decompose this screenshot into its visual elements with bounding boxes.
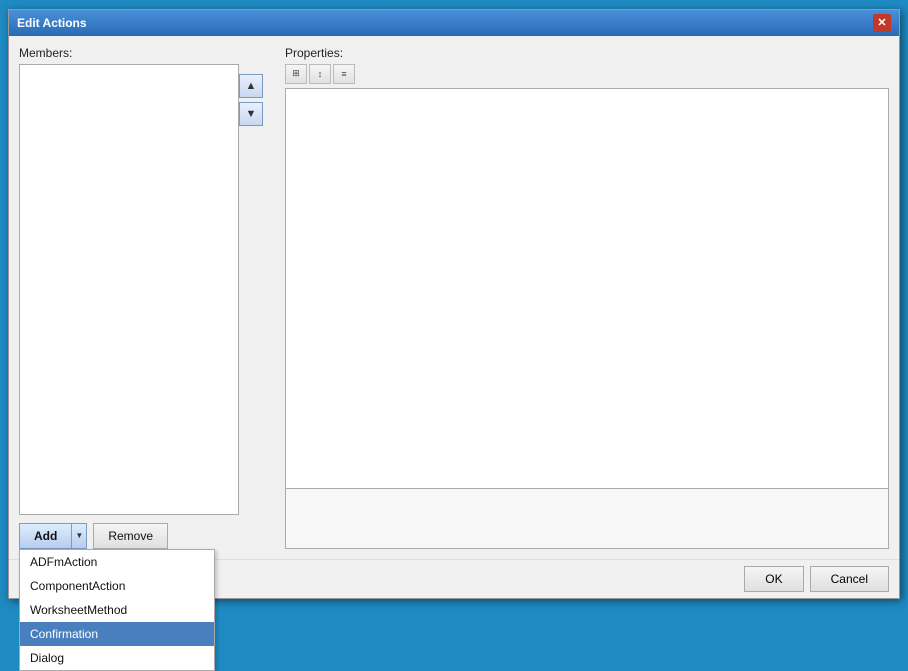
cancel-button[interactable]: Cancel	[810, 566, 889, 592]
left-bottom-area: Add ▼ Remove ADFmAction ComponentAction …	[19, 515, 239, 549]
dialog-body: Members: ▲ ▼ Add ▼	[9, 36, 899, 559]
add-button[interactable]: Add	[19, 523, 71, 549]
properties-area[interactable]	[285, 88, 889, 489]
members-list[interactable]	[19, 64, 239, 515]
sort-icon: ↕	[318, 69, 323, 79]
move-up-button[interactable]: ▲	[239, 74, 263, 98]
dropdown-menu: ADFmAction ComponentAction WorksheetMeth…	[19, 549, 215, 671]
property-pages-button[interactable]: ≡	[333, 64, 355, 84]
categorized-icon: ⊞	[292, 68, 300, 79]
ok-button[interactable]: OK	[744, 566, 803, 592]
property-pages-icon: ≡	[341, 69, 346, 79]
dropdown-item-dialog[interactable]: Dialog	[20, 646, 214, 670]
add-button-group: Add ▼	[19, 523, 87, 549]
members-label: Members:	[19, 46, 239, 60]
dropdown-item-adfmaction[interactable]: ADFmAction	[20, 550, 214, 574]
left-panel: Members: ▲ ▼ Add ▼	[19, 46, 239, 549]
edit-actions-dialog: Edit Actions ✕ Members: ▲ ▼	[8, 9, 900, 599]
properties-label: Properties:	[285, 46, 889, 60]
bottom-buttons: Add ▼ Remove	[19, 523, 239, 549]
arrow-up-icon: ▲	[246, 80, 257, 92]
move-down-button[interactable]: ▼	[239, 102, 263, 126]
properties-toolbar: ⊞ ↕ ≡	[285, 64, 889, 84]
properties-bottom-area	[285, 489, 889, 549]
sort-button[interactable]: ↕	[309, 64, 331, 84]
dropdown-item-confirmation[interactable]: Confirmation	[20, 622, 214, 646]
right-panel: Properties: ⊞ ↕ ≡	[285, 46, 889, 549]
title-bar: Edit Actions ✕	[9, 10, 899, 36]
arrow-down-icon: ▼	[246, 108, 257, 120]
categorized-button[interactable]: ⊞	[285, 64, 307, 84]
add-dropdown-arrow[interactable]: ▼	[71, 523, 87, 549]
remove-button[interactable]: Remove	[93, 523, 168, 549]
dropdown-item-worksheetmethod[interactable]: WorksheetMethod	[20, 598, 214, 622]
arrow-buttons: ▲ ▼	[239, 74, 263, 126]
dialog-title: Edit Actions	[17, 16, 87, 30]
close-button[interactable]: ✕	[873, 14, 891, 32]
dropdown-item-componentaction[interactable]: ComponentAction	[20, 574, 214, 598]
